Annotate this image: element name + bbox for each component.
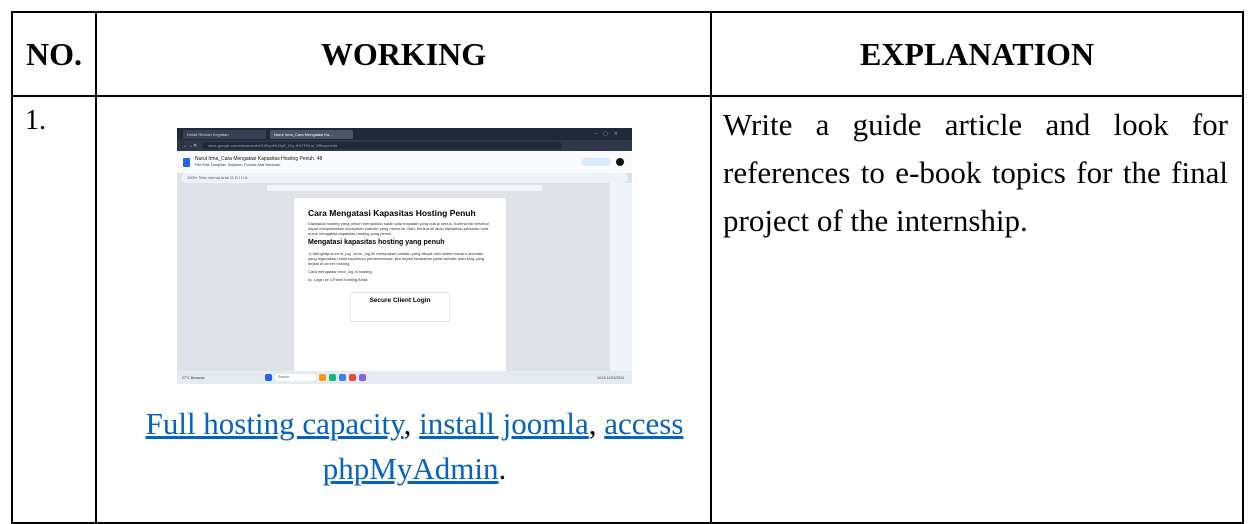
header-explanation: EXPLANATION (710, 11, 1244, 97)
chrome-icon (349, 374, 356, 381)
working-caption: Full hosting capacity, install joomla, a… (119, 401, 710, 491)
screenshot-image: Detail Rincian Kegiatan Nurul Irma_Cara … (177, 128, 632, 384)
explanation-cell: Write a guide article and look for refer… (710, 95, 1244, 524)
app-icon (329, 374, 336, 381)
link-separator: , (588, 406, 605, 441)
taskbar-search: Search (275, 374, 316, 381)
working-cell: Detail Rincian Kegiatan Nurul Irma_Cara … (95, 95, 712, 524)
docs-icon (183, 157, 190, 167)
doc-toolbar: 100% Teks normal Arial 11 B I U A (181, 173, 628, 183)
ruler (267, 185, 542, 191)
taskbar-clock: 10:19 11/01/2024 (597, 375, 624, 380)
link-full-hosting-capacity[interactable]: Full hosting capacity (146, 406, 404, 441)
page-title: Cara Mengatasi Kapasitas Hosting Penuh (308, 208, 476, 218)
doc-header: Nurul Irma_Cara Mengatasi Kapasitas Host… (177, 151, 632, 173)
header-working: WORKING (95, 11, 712, 97)
address-bar: ←→✕ docs.google.com/document/d/12Kyuf9U5… (177, 140, 632, 151)
share-button (581, 158, 611, 166)
doc-page: Cara Mengatasi Kapasitas Hosting Penuh K… (294, 198, 506, 376)
windows-start-icon (265, 374, 272, 381)
page-heading: Mengatasi kapasitas hosting yang penuh (308, 239, 445, 246)
row-number: 1. (11, 95, 97, 524)
page-paragraph: Cara mengatasi error_log di hosting. (308, 269, 373, 274)
header-row: NO. WORKING EXPLANATION (11, 11, 1244, 97)
link-separator: , (403, 406, 420, 441)
browser-tabbar: Detail Rincian Kegiatan Nurul Irma_Cara … (177, 128, 632, 140)
folder-icon (319, 374, 326, 381)
nav-arrows-icon: ←→✕ (183, 142, 198, 149)
window-controls-icon: –▢✕ (594, 131, 624, 137)
caption-period: . (498, 451, 507, 486)
page-paragraph: a). Login ke CPanel hosting Anda (308, 277, 368, 282)
table-row: 1. Detail Rincian Kegiatan Nurul Irma_Ca… (11, 95, 1244, 524)
browser-tab: Detail Rincian Kegiatan (183, 129, 266, 139)
url-field: docs.google.com/document/d/12Kyuf9U5yE_D… (202, 142, 562, 149)
weather-widget: 27°C Berawan (182, 375, 205, 380)
link-install-joomla[interactable]: install joomla (419, 406, 589, 441)
app-icon (359, 374, 366, 381)
side-panel (610, 183, 632, 373)
avatar (616, 158, 624, 166)
page-paragraph: Kapasitas hosting yang penuh merupakan s… (308, 221, 489, 236)
doc-menu: File Edit Tampilan Sisipkan Format Alat … (195, 162, 281, 167)
taskbar: 27°C Berawan Search 10:19 11/01/2024 (177, 371, 632, 384)
login-box: Secure Client Login (350, 292, 450, 322)
page-paragraph: 1) Menghapus error_log : error_log ini m… (308, 251, 485, 266)
browser-tab-active: Nurul Irma_Cara Mengatasi Ka... (270, 129, 353, 139)
app-icon (339, 374, 346, 381)
header-no: NO. (11, 11, 97, 97)
activity-table: NO. WORKING EXPLANATION 1. Detail Rincia… (11, 11, 1244, 524)
login-title: Secure Client Login (369, 297, 431, 304)
